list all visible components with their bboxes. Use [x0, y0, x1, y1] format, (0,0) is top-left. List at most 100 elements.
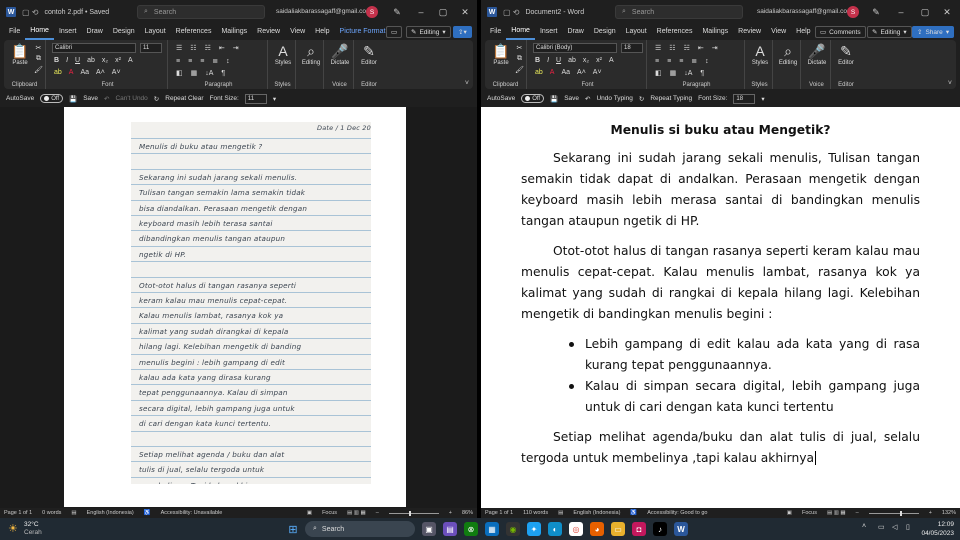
undo-icon[interactable]: ↶ [585, 95, 590, 103]
editing-button[interactable]: ⌕ Editing [299, 42, 323, 66]
align-left-icon[interactable]: ≡ [655, 58, 659, 65]
multilevel-list-icon[interactable]: ☵ [684, 44, 690, 52]
superscript-icon[interactable]: x² [596, 57, 602, 64]
grow-font-icon[interactable]: A˄ [96, 69, 105, 76]
search-box[interactable]: ⌕ Search [137, 5, 265, 19]
tab-picture-format[interactable]: Picture Format [335, 25, 391, 39]
font-size-dropdown[interactable]: 18 [621, 43, 643, 53]
tab-review[interactable]: Review [252, 25, 285, 39]
proofing-icon[interactable]: ▤ [71, 510, 76, 516]
highlight-icon[interactable]: ab [535, 69, 543, 76]
qat-font-size-box[interactable]: 18 [733, 93, 756, 104]
view-icons[interactable]: ▤ ▥ ▦ [827, 510, 846, 516]
maximize-icon[interactable]: ▢ [919, 6, 931, 18]
tab-file[interactable]: File [4, 25, 25, 39]
paste-button[interactable]: 📋 Paste [489, 42, 513, 66]
start-icon[interactable]: ⊞ [286, 522, 300, 536]
tab-insert[interactable]: Insert [54, 25, 82, 39]
account-email[interactable]: saidaliakbarassagaff@gmail.com [276, 8, 371, 15]
tab-view[interactable]: View [766, 25, 791, 39]
battery-icon[interactable]: ▯ [906, 523, 910, 531]
autosave-toggle[interactable]: Off [521, 94, 545, 103]
maximize-icon[interactable]: ▢ [437, 6, 449, 18]
repeat-icon[interactable]: ↻ [639, 95, 644, 103]
qat-font-size-box[interactable]: 11 [244, 93, 267, 104]
teams-icon[interactable]: ▤ [443, 522, 457, 536]
save-label[interactable]: Save [564, 95, 579, 102]
document-page[interactable]: Menulis si buku atau Mengetik? Sekarang … [481, 107, 960, 508]
subscript-icon[interactable]: x₂ [102, 57, 108, 64]
line-spacing-icon[interactable]: ↕ [705, 58, 709, 65]
network-icon[interactable]: ▭ [878, 523, 885, 531]
accessibility-status[interactable]: Accessibility: Good to go [647, 510, 707, 516]
tab-layout[interactable]: Layout [621, 25, 652, 39]
borders-icon[interactable]: ▦ [191, 69, 198, 77]
pilcrow-icon[interactable]: ¶ [221, 70, 225, 77]
collapse-ribbon-icon[interactable]: ˅ [948, 80, 952, 87]
search-box[interactable]: ⌕ Search [615, 5, 743, 19]
editor-button[interactable]: ✎ Editor [834, 42, 858, 66]
tab-insert[interactable]: Insert [535, 25, 563, 39]
zoom-level[interactable]: 132% [942, 510, 956, 516]
task-view-icon[interactable]: ▣ [422, 522, 436, 536]
font-name-dropdown[interactable]: Calibri (Body) [533, 43, 617, 53]
customize-qat-icon[interactable]: ▾ [761, 95, 764, 103]
zoom-in-icon[interactable]: + [449, 510, 452, 516]
firefox-icon[interactable]: ◕ [590, 522, 604, 536]
strikethrough-icon[interactable]: ab [568, 57, 576, 64]
decrease-indent-icon[interactable]: ⇤ [219, 44, 225, 52]
line-spacing-icon[interactable]: ↕ [226, 58, 230, 65]
language[interactable]: English (Indonesia) [87, 510, 134, 516]
align-left-icon[interactable]: ≡ [176, 58, 180, 65]
font-color-icon[interactable]: A [550, 69, 555, 76]
customize-qat-icon[interactable]: ▾ [273, 95, 276, 103]
zoom-slider[interactable] [388, 510, 439, 516]
word-count[interactable]: 0 words [42, 510, 61, 516]
zoom-slider[interactable] [868, 510, 919, 516]
bullets-icon[interactable]: ☰ [176, 44, 182, 52]
save-label[interactable]: Save [83, 95, 98, 102]
increase-indent-icon[interactable]: ⇥ [712, 44, 718, 52]
tab-review[interactable]: Review [733, 25, 766, 39]
bold-icon[interactable]: B [54, 57, 59, 64]
tab-design[interactable]: Design [589, 25, 621, 39]
weather-icon[interactable]: ☀ [8, 522, 18, 535]
italic-icon[interactable]: I [66, 57, 68, 64]
bullets-icon[interactable]: ☰ [655, 44, 661, 52]
editor-button[interactable]: ✎ Editor [357, 42, 381, 66]
underline-icon[interactable]: U [556, 57, 561, 64]
volume-icon[interactable]: ◁ [892, 523, 897, 531]
save-icon[interactable]: 💾 [550, 95, 558, 103]
undo-label[interactable]: Undo Typing [596, 95, 632, 102]
editing-mode-button[interactable]: ✎ Editing ▾ [867, 26, 912, 38]
instagram-icon[interactable]: ◘ [632, 522, 646, 536]
repeat-label[interactable]: Repeat Typing [650, 95, 692, 102]
shading-icon[interactable]: ◧ [176, 69, 183, 77]
font-color-icon[interactable]: A [69, 69, 74, 76]
shading-icon[interactable]: ◧ [655, 69, 662, 77]
account-email[interactable]: saidaliakbarassagaff@gmail.com [757, 8, 852, 15]
word-count[interactable]: 110 words [523, 510, 548, 516]
styles-button[interactable]: A Styles [748, 42, 772, 66]
tab-help[interactable]: Help [310, 25, 334, 39]
collapse-ribbon-icon[interactable]: ˅ [465, 80, 469, 87]
borders-icon[interactable]: ▦ [670, 69, 677, 77]
copy-icon[interactable]: ⧉ [36, 55, 41, 63]
tab-view[interactable]: View [285, 25, 310, 39]
pilcrow-icon[interactable]: ¶ [700, 70, 704, 77]
dictate-button[interactable]: 🎤 Dictate [328, 42, 352, 66]
accessibility-status[interactable]: Accessibility: Unavailable [161, 510, 223, 516]
bold-icon[interactable]: B [535, 57, 540, 64]
format-painter-icon[interactable]: 🖌 [515, 66, 524, 74]
tab-layout[interactable]: Layout [140, 25, 171, 39]
align-right-icon[interactable]: ≡ [200, 58, 204, 65]
focus-icon[interactable]: ▣ [787, 510, 792, 516]
taskbar-search[interactable]: ⌕ Search [305, 521, 415, 537]
document-body[interactable]: Menulis si buku atau Mengetik? Sekarang … [521, 119, 920, 478]
justify-icon[interactable]: ≣ [691, 57, 697, 65]
tab-help[interactable]: Help [791, 25, 815, 39]
tray-chevron-icon[interactable]: ˄ [862, 523, 866, 530]
tab-home[interactable]: Home [25, 24, 54, 40]
align-center-icon[interactable]: ≡ [188, 58, 192, 65]
focus-label[interactable]: Focus [802, 510, 817, 516]
